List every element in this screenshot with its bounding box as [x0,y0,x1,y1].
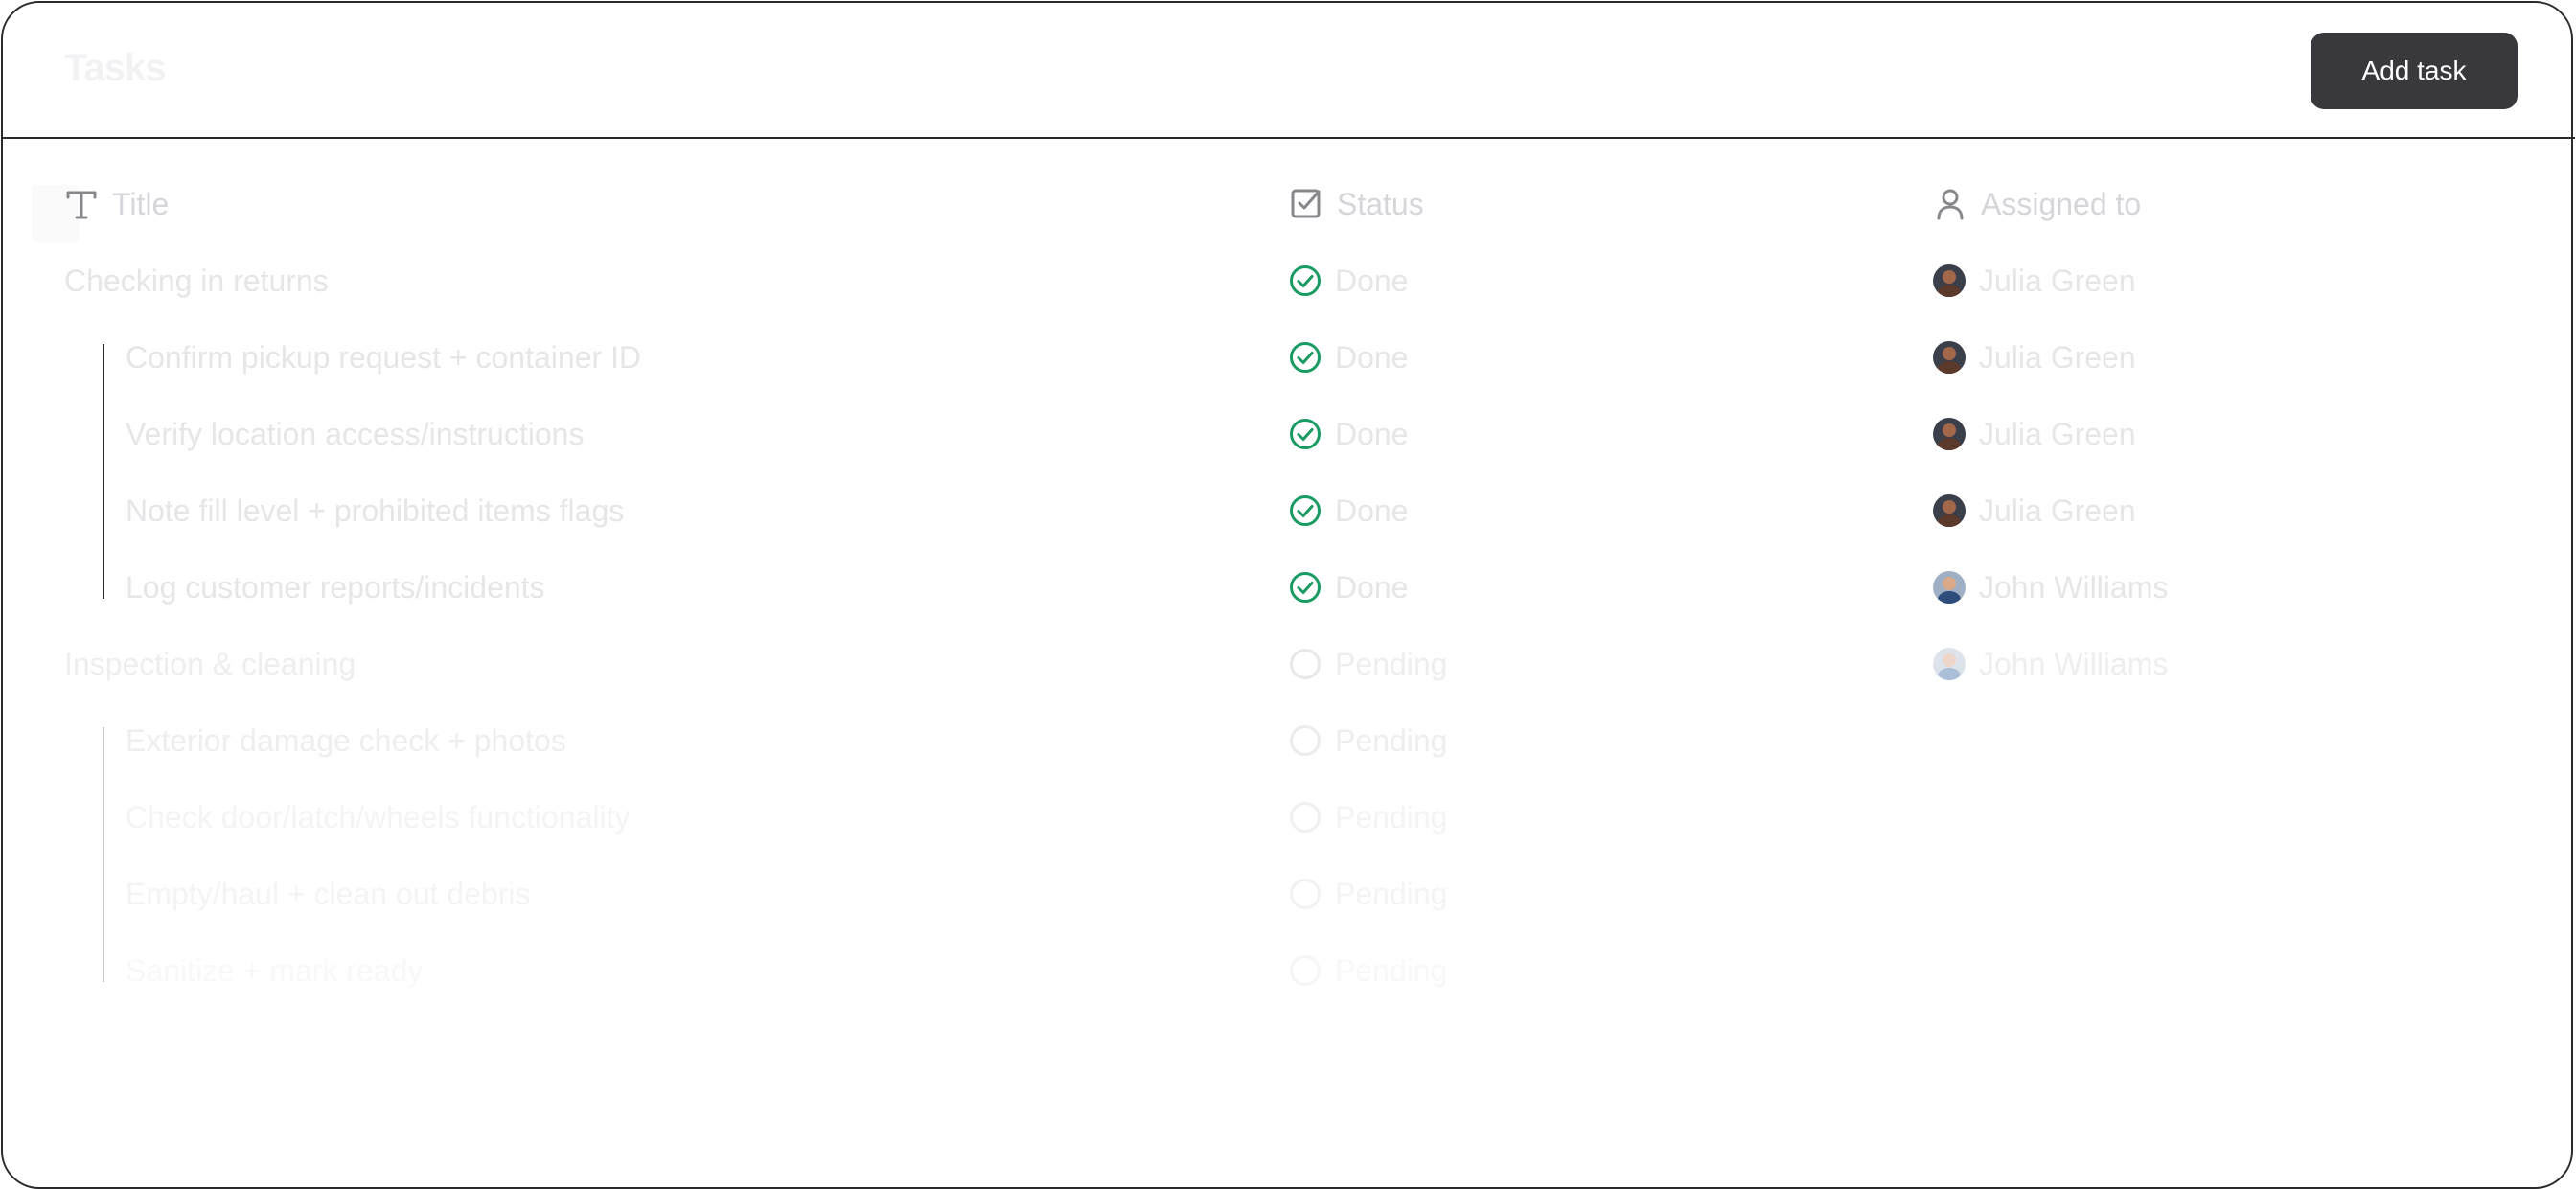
empty-circle-icon [1289,724,1322,757]
column-header-status[interactable]: Status [1289,183,1424,225]
table-row[interactable]: Note fill level + prohibited items flags… [3,482,2575,539]
status-cell[interactable]: Done [1289,405,1409,463]
assignee-name: John Williams [1979,569,2169,605]
avatar [1933,571,1966,604]
avatar [1933,264,1966,297]
add-task-button[interactable]: Add task [2311,33,2518,109]
assignee-cell[interactable]: Julia Green [1933,482,2136,539]
task-title: Inspection & cleaning [64,646,356,681]
check-circle-icon [1289,571,1322,604]
check-circle-icon [1289,418,1322,450]
assignee-name: Julia Green [1979,492,2136,528]
avatar [1933,418,1966,450]
task-title: Check door/latch/wheels functionality [126,799,631,835]
table-row[interactable]: Check door/latch/wheels functionality Pe… [3,789,2575,846]
column-header-title-label: Title [112,186,170,221]
status-label: Done [1335,263,1409,298]
column-header-assigned-label: Assigned to [1981,186,2142,221]
check-circle-icon [1289,494,1322,527]
status-cell[interactable]: Done [1289,329,1409,386]
table-row[interactable]: Empty/haul + clean out debris Pending [3,865,2575,923]
status-cell[interactable]: Pending [1289,865,1447,923]
assignee-name: John Williams [1979,646,2169,681]
table-row[interactable]: Confirm pickup request + container ID Do… [3,329,2575,386]
app-window: Tasks Add task Title Status Assigned to … [1,1,2575,1189]
empty-circle-icon [1289,878,1322,910]
logo: Tasks [64,47,166,89]
table-row[interactable]: Sanitize + mark ready Pending [3,942,2575,999]
table-row[interactable]: Exterior damage check + photos Pending [3,712,2575,769]
status-label: Pending [1335,722,1448,758]
task-title: Log customer reports/incidents [126,569,545,605]
column-header-title[interactable]: Title [64,183,169,225]
status-cell[interactable]: Pending [1289,635,1447,693]
status-label: Pending [1335,952,1448,988]
person-icon [1933,185,1971,223]
status-cell[interactable]: Pending [1289,712,1447,769]
column-header-assigned[interactable]: Assigned to [1933,183,2141,225]
empty-circle-icon [1289,648,1322,680]
status-label: Pending [1335,646,1448,681]
status-label: Done [1335,569,1409,605]
assignee-cell[interactable]: John Williams [1933,635,2168,693]
table-row[interactable]: Checking in returns Done Julia Green [3,252,2575,309]
column-header-status-label: Status [1337,186,1424,221]
status-cell[interactable]: Done [1289,252,1409,309]
assignee-name: Julia Green [1979,416,2136,451]
empty-circle-icon [1289,801,1322,834]
header-bar: Tasks Add task [3,3,2575,139]
check-circle-icon [1289,341,1322,374]
table-row[interactable]: Inspection & cleaning Pending John Willi… [3,635,2575,693]
task-title: Note fill level + prohibited items flags [126,492,625,528]
status-label: Done [1335,492,1409,528]
assignee-name: Julia Green [1979,339,2136,375]
status-label: Pending [1335,799,1448,835]
checkbox-icon [1289,185,1327,223]
task-title: Verify location access/instructions [126,416,585,451]
check-circle-icon [1289,264,1322,297]
status-cell[interactable]: Pending [1289,789,1447,846]
avatar [1933,494,1966,527]
task-title: Checking in returns [64,263,329,298]
table-row[interactable]: Verify location access/instructions Done… [3,405,2575,463]
assignee-cell[interactable]: Julia Green [1933,252,2136,309]
task-title: Empty/haul + clean out debris [126,876,531,911]
status-label: Pending [1335,876,1448,911]
task-title: Exterior damage check + photos [126,722,566,758]
status-label: Done [1335,416,1409,451]
avatar [1933,341,1966,374]
text-type-icon [64,185,103,223]
assignee-cell[interactable]: John Williams [1933,559,2168,616]
status-label: Done [1335,339,1409,375]
table-row[interactable]: Log customer reports/incidents Done John… [3,559,2575,616]
assignee-cell[interactable]: Julia Green [1933,329,2136,386]
status-cell[interactable]: Done [1289,559,1409,616]
task-title: Confirm pickup request + container ID [126,339,642,375]
avatar [1933,648,1966,680]
status-cell[interactable]: Pending [1289,942,1447,999]
empty-circle-icon [1289,954,1322,987]
task-title: Sanitize + mark ready [126,952,424,988]
assignee-cell[interactable]: Julia Green [1933,405,2136,463]
status-cell[interactable]: Done [1289,482,1409,539]
assignee-name: Julia Green [1979,263,2136,298]
